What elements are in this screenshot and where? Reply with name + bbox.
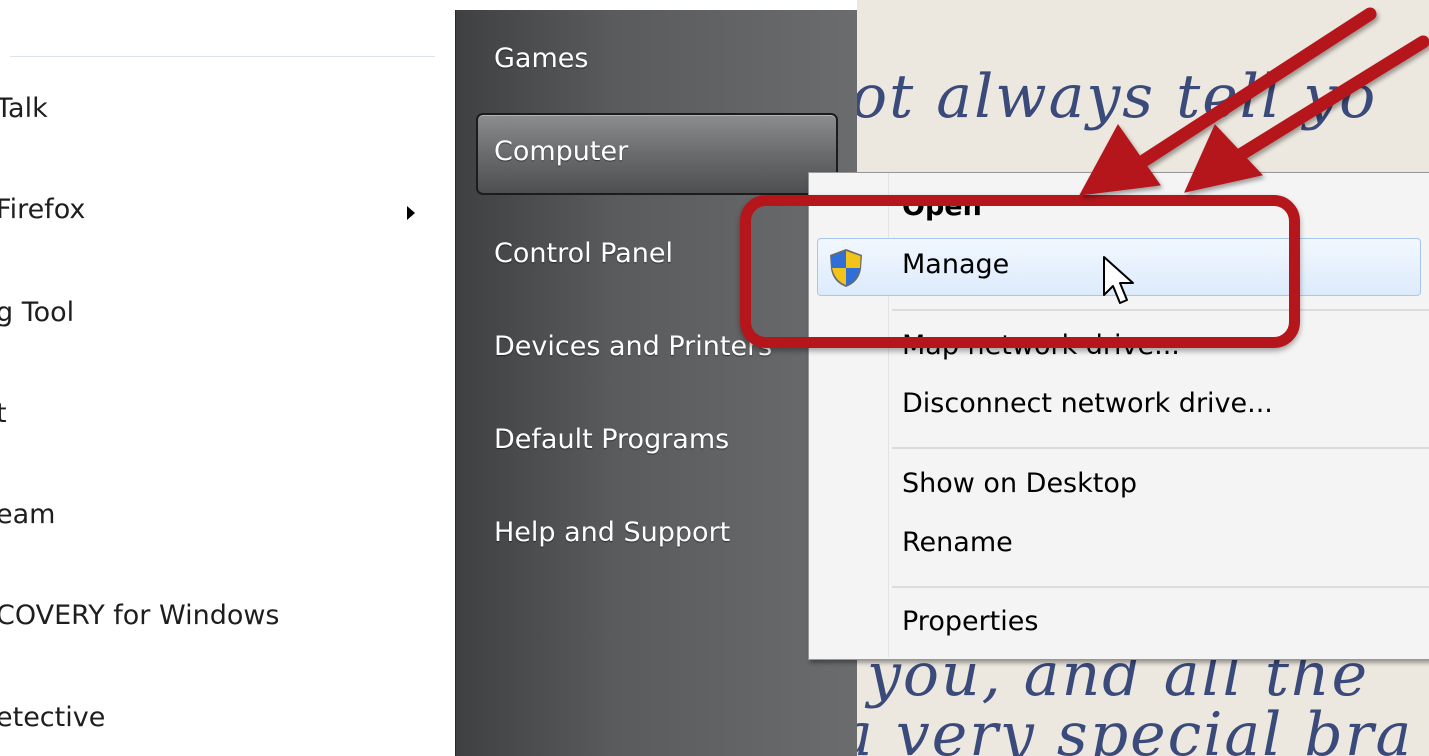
start-item-control-panel[interactable]: Control Panel xyxy=(494,238,673,269)
start-item-games[interactable]: Games xyxy=(494,43,588,74)
submenu-arrow-icon[interactable] xyxy=(407,206,415,220)
program-item-recovery[interactable]: COVERY for Windows xyxy=(0,600,280,631)
program-item-detective[interactable]: etective xyxy=(0,702,105,733)
ctx-item-disconnect-network-drive[interactable]: Disconnect network drive... xyxy=(902,388,1273,419)
start-item-help-support[interactable]: Help and Support xyxy=(494,517,730,548)
annotation-callout-box xyxy=(740,195,1300,348)
arrow-icon xyxy=(1079,7,1429,196)
program-item-firefox[interactable]: Firefox xyxy=(0,194,85,225)
ctx-item-show-on-desktop[interactable]: Show on Desktop xyxy=(902,468,1137,499)
ctx-separator xyxy=(892,586,1429,588)
start-item-devices-printers[interactable]: Devices and Printers xyxy=(494,331,772,362)
ctx-item-properties[interactable]: Properties xyxy=(902,606,1038,637)
programs-list xyxy=(0,0,455,756)
start-item-computer[interactable]: Computer xyxy=(494,136,628,167)
ctx-item-rename[interactable]: Rename xyxy=(902,527,1013,558)
program-item-tool[interactable]: g Tool xyxy=(0,297,74,328)
program-item-t[interactable]: t xyxy=(0,398,7,429)
ctx-separator xyxy=(892,447,1429,449)
program-item-talk[interactable]: Talk xyxy=(0,93,48,124)
wallpaper-text-line: a very special bra xyxy=(857,700,1414,756)
programs-separator xyxy=(10,56,435,57)
program-item-team[interactable]: eam xyxy=(0,499,55,530)
start-item-default-programs[interactable]: Default Programs xyxy=(494,424,729,455)
